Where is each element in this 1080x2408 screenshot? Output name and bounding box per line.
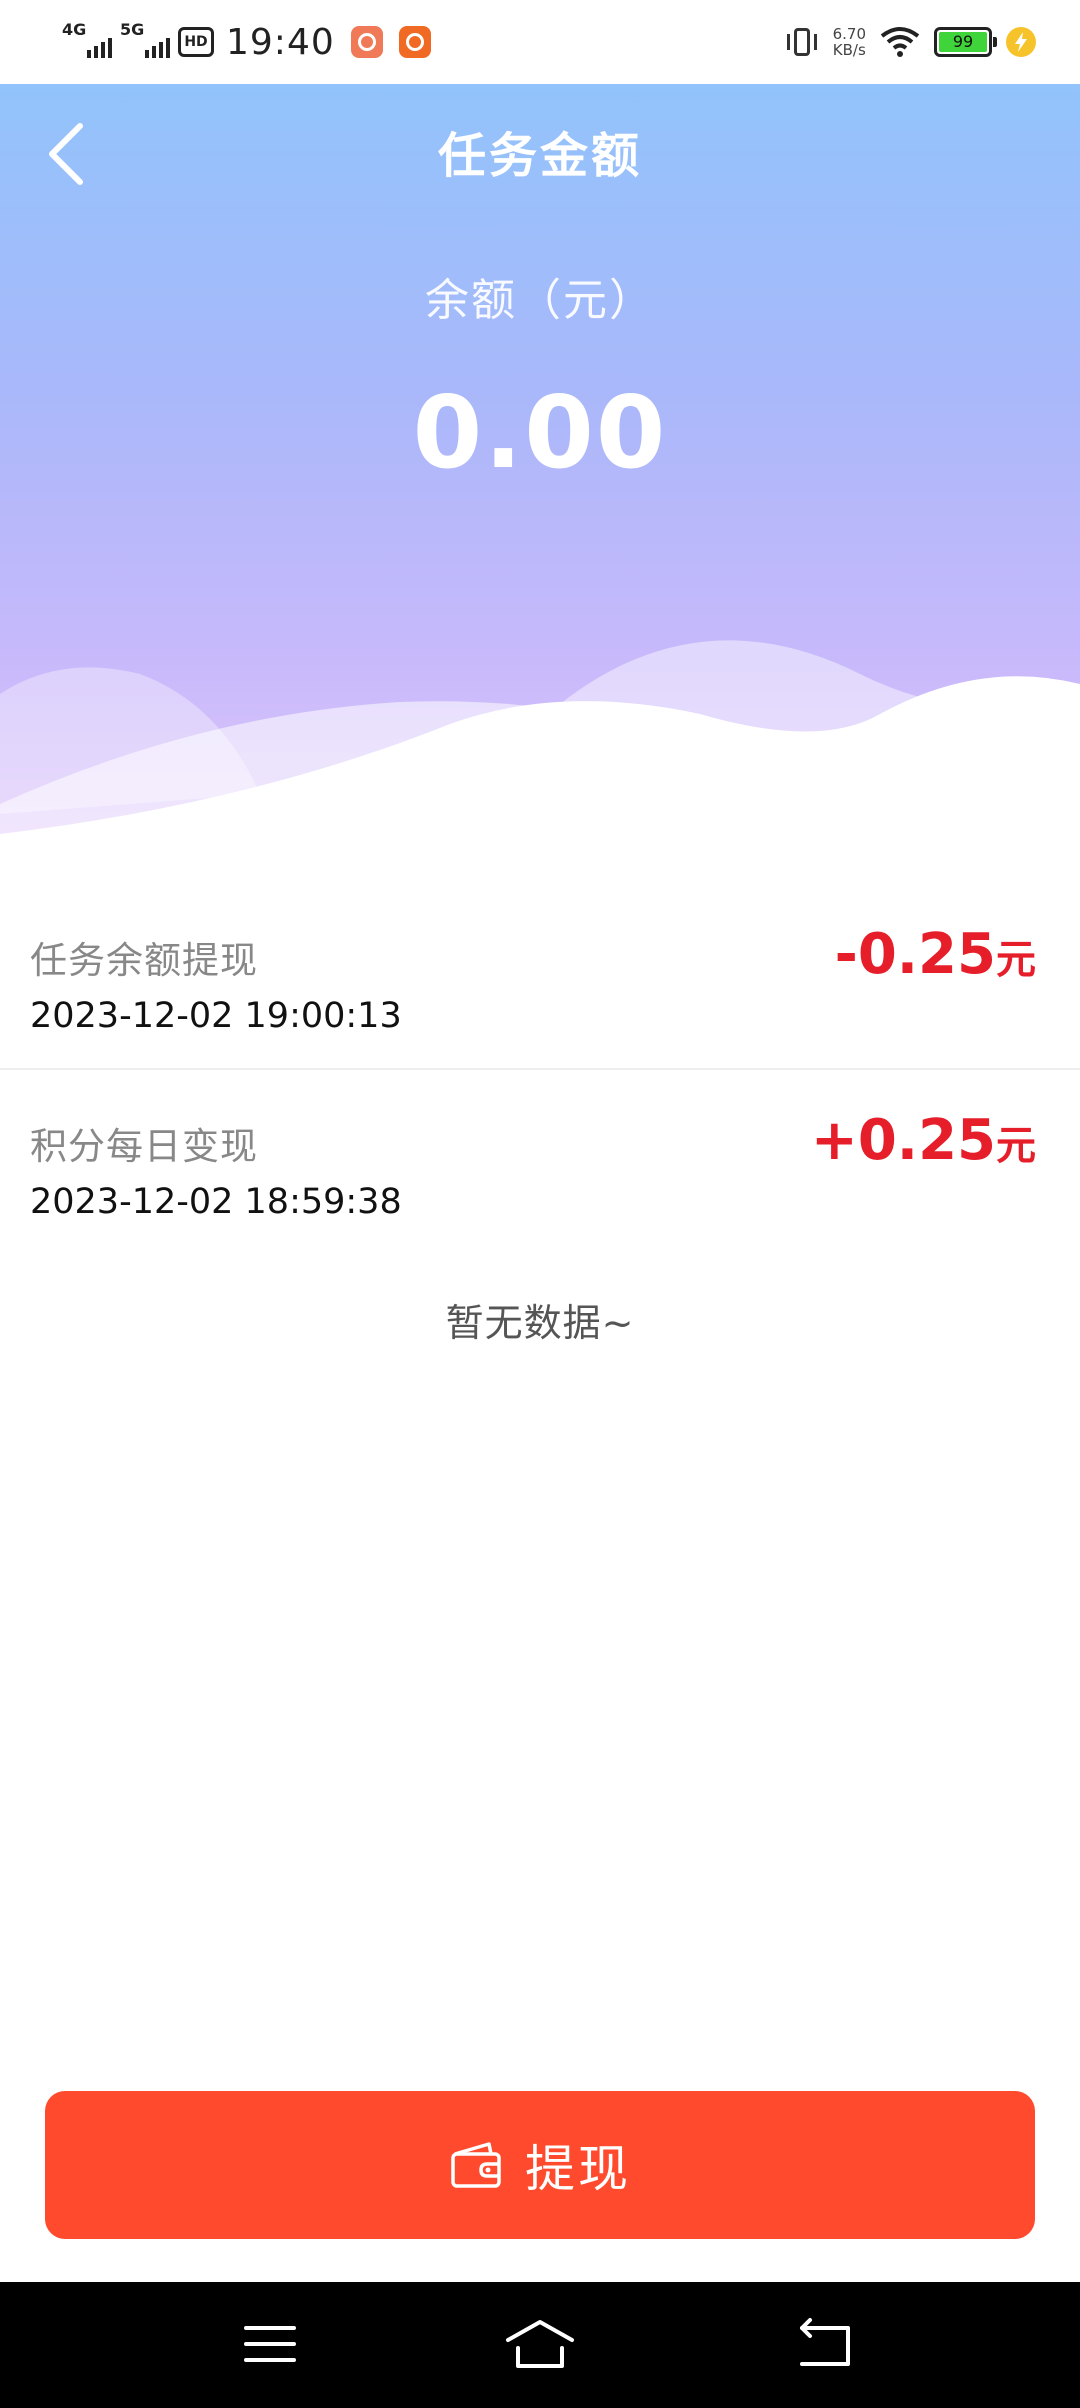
vibrate-icon — [785, 25, 819, 59]
status-left: 4G 5G HD 19:40 — [62, 18, 431, 66]
balance-value: 0.00 — [412, 374, 668, 491]
home-icon[interactable] — [500, 2314, 580, 2374]
network-speed: 6.70 KB/s — [833, 26, 866, 58]
network-label-4g: 4G — [62, 20, 87, 39]
balance-label: 余额（元） — [425, 275, 655, 326]
list-item: 任务余额提现 2023-12-02 19:00:13 -0.25元 — [0, 884, 1080, 1070]
amount-value: -0.25 — [834, 922, 996, 987]
signal-icon-5g: 5G — [120, 20, 170, 60]
status-bar: 4G 5G HD 19:40 6.70 KB/s 99 — [0, 0, 1080, 84]
charging-icon — [1006, 27, 1036, 57]
amount-unit: 元 — [996, 1123, 1036, 1169]
speed-value: 6.70 — [832, 25, 866, 43]
page-title: 任务金额 — [437, 128, 642, 184]
back-nav-icon[interactable] — [784, 2314, 864, 2374]
menu-icon[interactable] — [230, 2314, 310, 2374]
clock: 19:40 — [226, 21, 335, 63]
network-label-5g: 5G — [120, 20, 145, 39]
wifi-icon — [880, 27, 920, 57]
amount-unit: 元 — [996, 937, 1036, 983]
battery-level: 99 — [939, 32, 987, 52]
transaction-name: 积分每日变现 — [30, 1125, 258, 1168]
empty-state-text: 暂无数据~ — [445, 1301, 635, 1345]
transaction-amount: -0.25元 — [835, 922, 1036, 987]
amount-value: +0.25 — [810, 1108, 996, 1173]
speed-unit: KB/s — [832, 41, 866, 59]
app-notification-icon — [398, 26, 431, 58]
app-notification-icon — [350, 26, 383, 58]
transaction-name: 任务余额提现 — [30, 939, 258, 982]
hd-voice-icon: HD — [178, 27, 214, 57]
transaction-time: 2023-12-02 19:00:13 — [30, 996, 402, 1036]
status-right: 6.70 KB/s 99 — [785, 18, 1036, 66]
list-item: 积分每日变现 2023-12-02 18:59:38 +0.25元 — [0, 1070, 1080, 1256]
withdraw-button[interactable]: 提现 — [45, 2091, 1035, 2239]
wave-decoration — [0, 640, 1080, 854]
withdraw-label: 提现 — [525, 2140, 631, 2198]
transaction-amount: +0.25元 — [811, 1108, 1036, 1173]
battery-icon: 99 — [934, 27, 997, 57]
system-nav-bar — [0, 2282, 1080, 2408]
wallet-icon — [451, 2142, 501, 2188]
transaction-time: 2023-12-02 18:59:38 — [30, 1182, 402, 1222]
signal-icon-4g: 4G — [62, 20, 112, 60]
balance-header: 任务金额 余额（元） 0.00 — [0, 84, 1080, 854]
transaction-list: 任务余额提现 2023-12-02 19:00:13 -0.25元 积分每日变现… — [0, 884, 1080, 1256]
